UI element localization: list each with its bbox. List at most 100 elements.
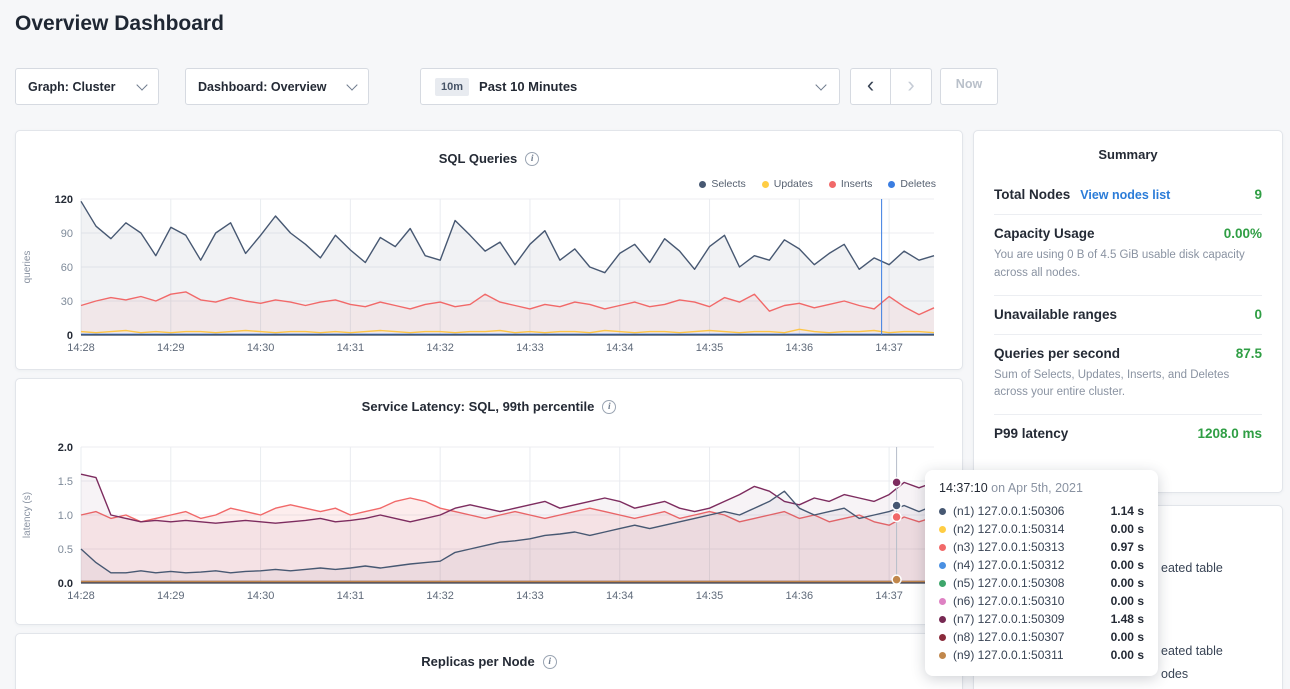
svg-text:14:34: 14:34	[606, 342, 634, 354]
svg-text:14:31: 14:31	[337, 590, 365, 602]
tooltip-node-label: (n8) 127.0.0.1:50307	[953, 630, 1064, 644]
time-nav-group: ‹ ›	[850, 68, 932, 105]
summary-row-label: Capacity Usage	[994, 226, 1095, 241]
summary-row-value: 9	[1254, 187, 1262, 202]
summary-row: Total Nodes View nodes list 9	[994, 176, 1262, 214]
chart-title-text: Replicas per Node	[421, 654, 534, 669]
chevron-down-icon	[136, 79, 147, 90]
svg-text:1.5: 1.5	[58, 476, 73, 488]
chevron-down-icon	[346, 79, 357, 90]
summary-row-description: Sum of Selects, Updates, Inserts, and De…	[994, 367, 1262, 403]
svg-text:0: 0	[67, 330, 73, 342]
tooltip-date: on Apr 5th, 2021	[991, 481, 1083, 495]
overview-dashboard-page: Overview Dashboard Graph: Cluster Dashbo…	[0, 0, 1290, 689]
summary-row-label: Unavailable ranges	[994, 307, 1117, 322]
node-color-dot-icon	[939, 580, 946, 587]
tooltip-node-value: 0.00 s	[1111, 594, 1144, 608]
svg-text:14:37: 14:37	[875, 342, 903, 354]
summary-row-value: 1208.0 ms	[1197, 426, 1262, 441]
svg-text:14:29: 14:29	[157, 590, 185, 602]
tooltip-row: (n6) 127.0.0.1:50310 0.00 s	[939, 592, 1144, 610]
svg-text:latency (s): latency (s)	[22, 492, 33, 538]
prev-time-button[interactable]: ‹	[850, 68, 891, 105]
svg-text:14:32: 14:32	[426, 590, 454, 602]
svg-text:30: 30	[61, 296, 73, 308]
info-icon[interactable]: i	[543, 655, 557, 669]
node-color-dot-icon	[939, 508, 946, 515]
event-text-fragment: eated table	[1161, 644, 1223, 658]
dashboard-dropdown[interactable]: Dashboard: Overview	[185, 68, 369, 105]
tooltip-node-value: 0.00 s	[1111, 522, 1144, 536]
tooltip-rows: (n1) 127.0.0.1:50306 1.14 s (n2) 127.0.0.1…	[939, 502, 1144, 664]
svg-text:90: 90	[61, 228, 73, 240]
svg-text:14:36: 14:36	[786, 590, 814, 602]
summary-row: Unavailable ranges 0	[994, 295, 1262, 334]
event-text-fragment: odes	[1161, 667, 1188, 681]
svg-text:60: 60	[61, 262, 73, 274]
summary-row-label: Total Nodes	[994, 187, 1070, 202]
summary-panel: Summary Total NodesView nodes list9Capac…	[973, 130, 1283, 493]
svg-text:2.0: 2.0	[58, 442, 73, 454]
svg-text:14:35: 14:35	[696, 590, 724, 602]
summary-row: P99 latency1208.0 ms	[994, 414, 1262, 453]
chevron-down-icon	[815, 79, 826, 90]
tooltip-node-label: (n3) 127.0.0.1:50313	[953, 540, 1064, 554]
tooltip-node-value: 0.00 s	[1111, 630, 1144, 644]
next-time-button[interactable]: ›	[891, 68, 932, 105]
summary-row-head: Unavailable ranges 0	[994, 307, 1262, 322]
view-nodes-list-link[interactable]: View nodes list	[1080, 188, 1170, 202]
svg-text:14:32: 14:32	[426, 342, 454, 354]
tooltip-row: (n3) 127.0.0.1:50313 0.97 s	[939, 538, 1144, 556]
svg-text:0.5: 0.5	[58, 544, 73, 556]
tooltip-node-label: (n1) 127.0.0.1:50306	[953, 504, 1064, 518]
summary-row-head: P99 latency1208.0 ms	[994, 426, 1262, 441]
event-text-fragment: eated table	[1161, 561, 1223, 575]
tooltip-node-label: (n4) 127.0.0.1:50312	[953, 558, 1064, 572]
node-color-dot-icon	[939, 526, 946, 533]
summary-row-description: You are using 0 B of 4.5 GiB usable disk…	[994, 247, 1262, 283]
tooltip-node-label: (n6) 127.0.0.1:50310	[953, 594, 1064, 608]
svg-text:14:31: 14:31	[337, 342, 365, 354]
svg-text:14:36: 14:36	[786, 342, 814, 354]
svg-text:14:29: 14:29	[157, 342, 185, 354]
summary-row-value: 87.5	[1236, 346, 1262, 361]
svg-text:14:33: 14:33	[516, 342, 544, 354]
summary-row-label: Queries per second	[994, 346, 1120, 361]
tooltip-row: (n8) 127.0.0.1:50307 0.00 s	[939, 628, 1144, 646]
svg-text:14:30: 14:30	[247, 590, 275, 602]
summary-rows: Total Nodes View nodes list 9 Capacity Usag…	[994, 176, 1262, 453]
tooltip-node-value: 1.48 s	[1111, 612, 1144, 626]
summary-row-value: 0.00%	[1224, 226, 1262, 241]
svg-text:120: 120	[55, 194, 73, 206]
svg-text:14:34: 14:34	[606, 590, 634, 602]
tooltip-node-value: 1.14 s	[1111, 504, 1144, 518]
tooltip-node-value: 0.00 s	[1111, 558, 1144, 572]
summary-row-value: 0	[1254, 307, 1262, 322]
tooltip-node-value: 0.00 s	[1111, 576, 1144, 590]
tooltip-time: 14:37:10	[939, 481, 988, 495]
sql-queries-chart[interactable]: 030609012014:2814:2914:3014:3114:3214:33…	[16, 131, 962, 369]
tooltip-node-value: 0.97 s	[1111, 540, 1144, 554]
now-button[interactable]: Now	[940, 68, 998, 105]
node-color-dot-icon	[939, 544, 946, 551]
tooltip-row: (n2) 127.0.0.1:50314 0.00 s	[939, 520, 1144, 538]
replicas-per-node-title: Replicas per Node i	[16, 654, 962, 669]
tooltip-node-label: (n9) 127.0.0.1:50311	[953, 648, 1064, 662]
graph-dropdown[interactable]: Graph: Cluster	[15, 68, 159, 105]
summary-row-head: Queries per second 87.5	[994, 346, 1262, 361]
tooltip-header: 14:37:10 on Apr 5th, 2021	[939, 481, 1144, 495]
svg-text:14:28: 14:28	[67, 342, 95, 354]
tooltip-node-label: (n2) 127.0.0.1:50314	[953, 522, 1064, 536]
tooltip-node-label: (n7) 127.0.0.1:50309	[953, 612, 1064, 626]
service-latency-chart[interactable]: 0.00.51.01.52.014:2814:2914:3014:3114:32…	[16, 379, 962, 624]
dashboard-dropdown-label: Dashboard: Overview	[198, 80, 327, 94]
tooltip-node-value: 0.00 s	[1111, 648, 1144, 662]
summary-row: Capacity Usage 0.00% You are using 0 B of …	[994, 214, 1262, 295]
graph-dropdown-label: Graph: Cluster	[28, 80, 116, 94]
svg-text:14:33: 14:33	[516, 590, 544, 602]
tooltip-row: (n1) 127.0.0.1:50306 1.14 s	[939, 502, 1144, 520]
time-range-picker[interactable]: 10m Past 10 Minutes	[420, 68, 840, 105]
node-color-dot-icon	[939, 652, 946, 659]
summary-row-head: Total Nodes View nodes list 9	[994, 187, 1262, 202]
node-color-dot-icon	[939, 634, 946, 641]
